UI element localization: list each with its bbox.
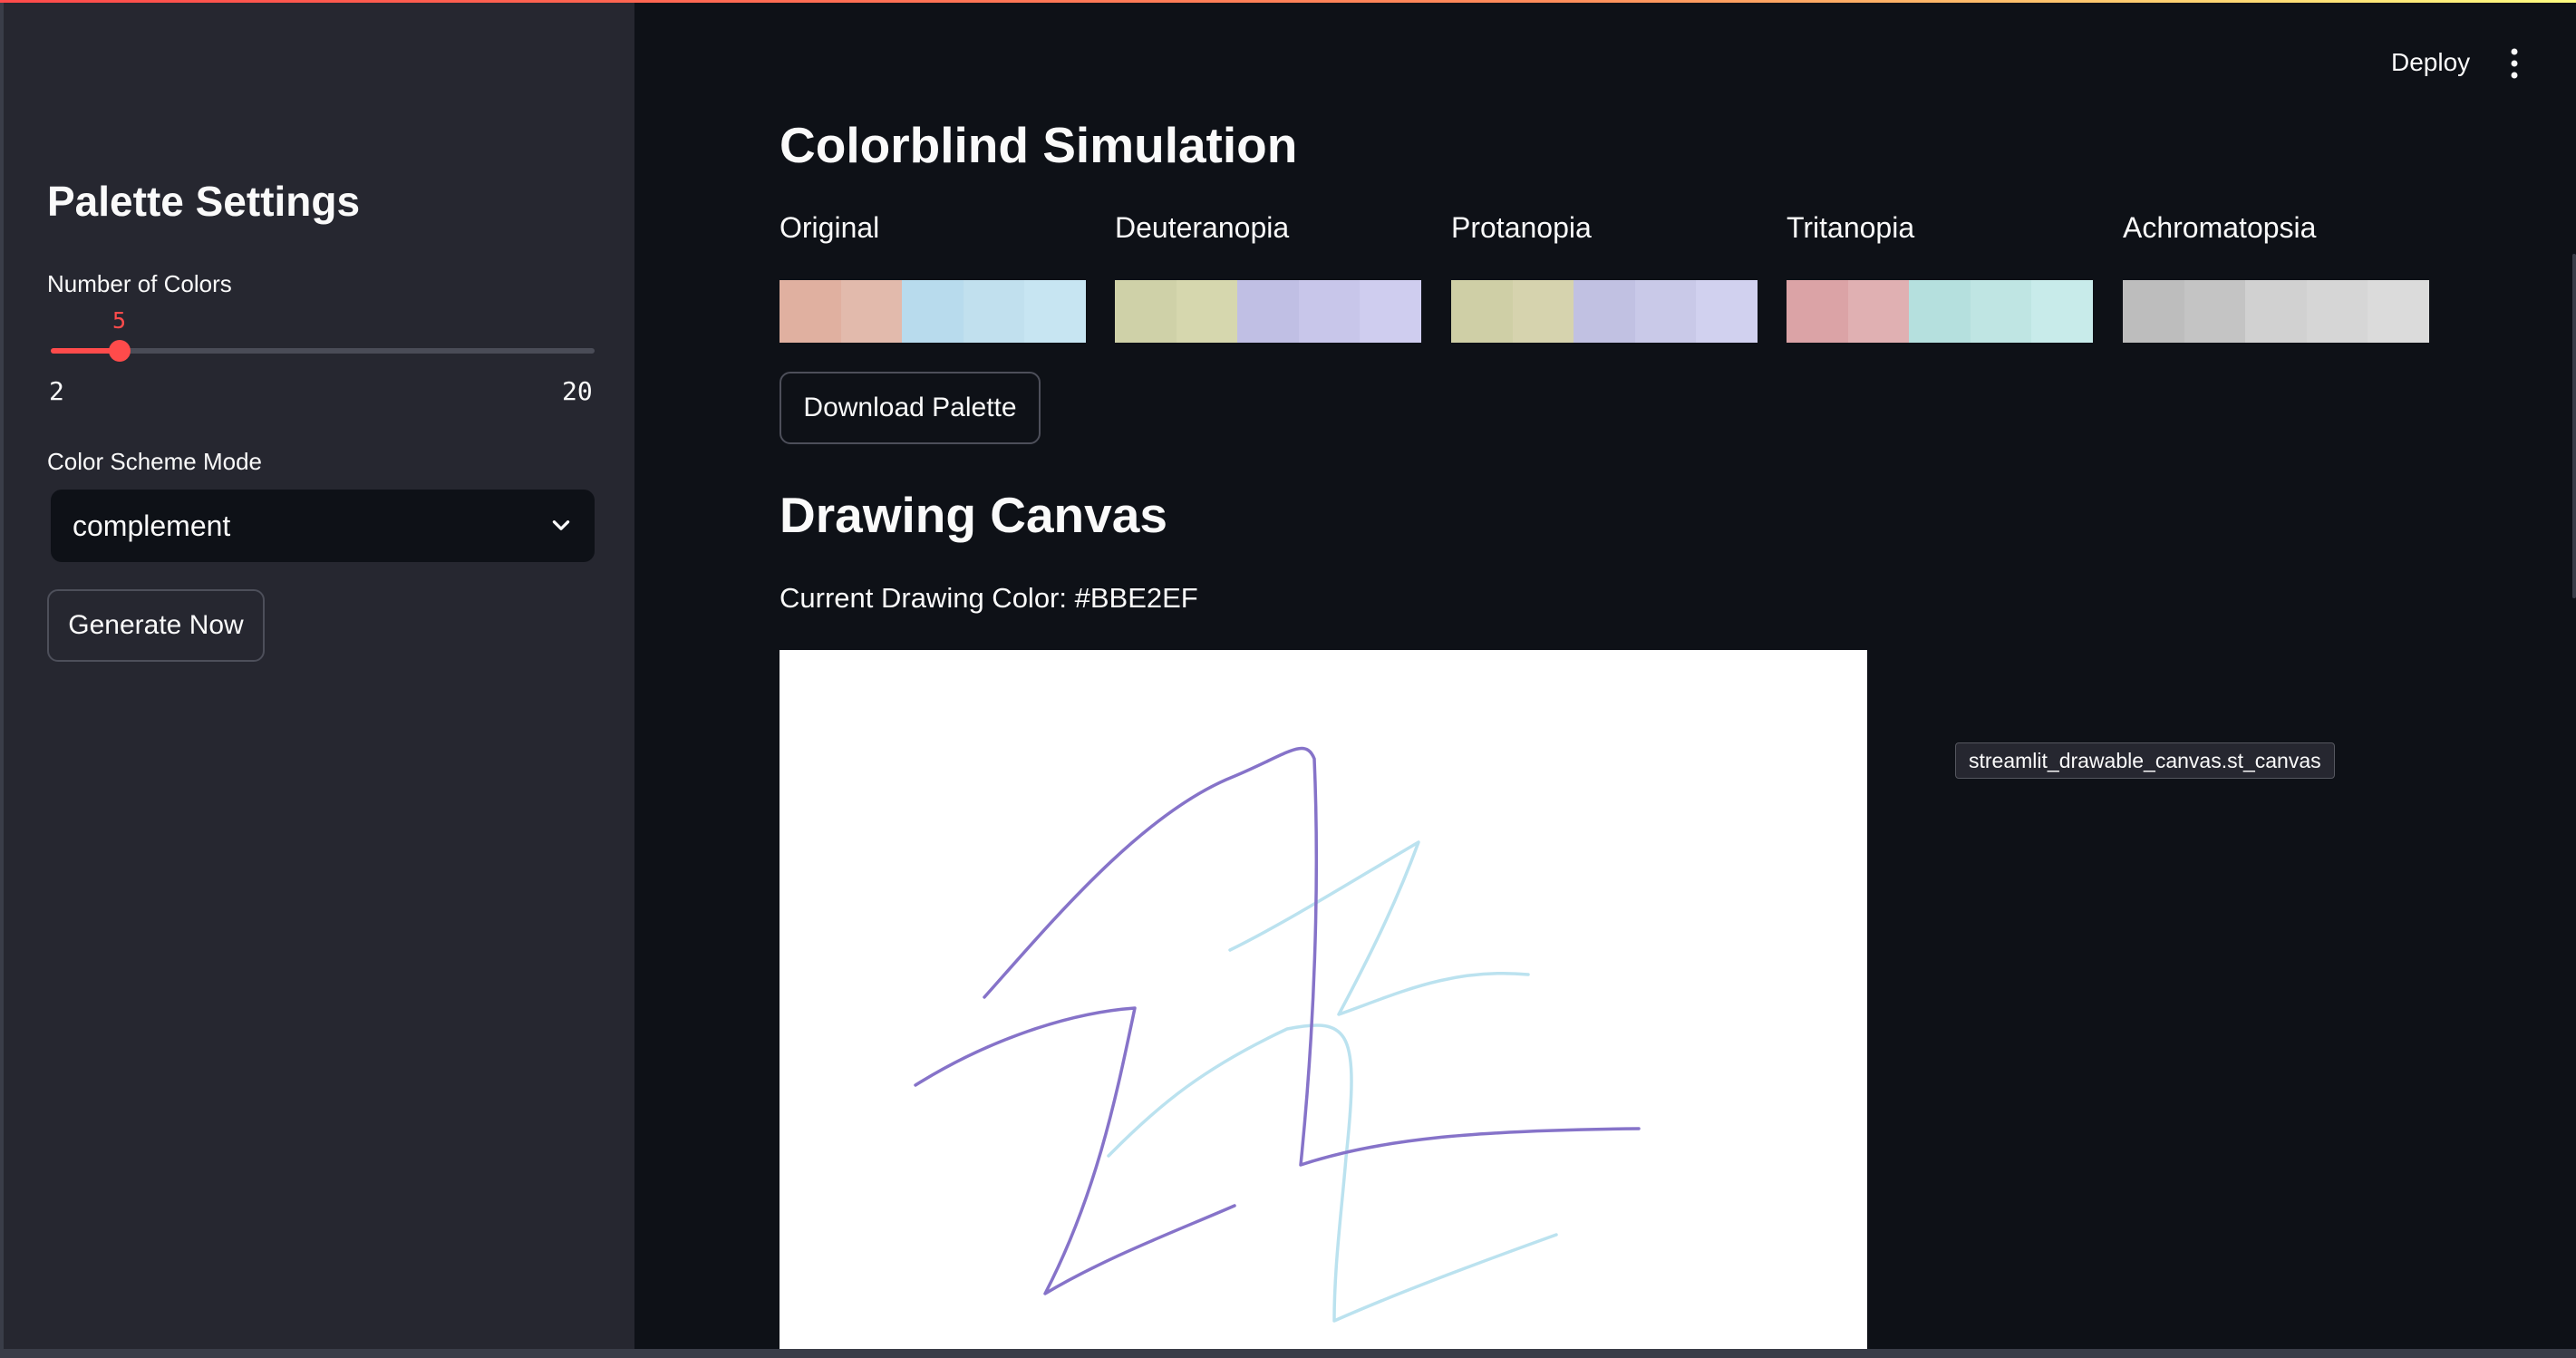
col-label-tritanopia: Tritanopia <box>1787 211 1915 244</box>
color-swatch-5 <box>1360 280 1421 343</box>
download-palette-button[interactable]: Download Palette <box>780 372 1041 444</box>
col-label-original: Original <box>780 211 880 244</box>
slider-max-label: 20 <box>562 376 593 406</box>
canvas-component-tooltip: streamlit_drawable_canvas.st_canvas <box>1955 742 2335 779</box>
swatch-row-protanopia <box>1451 280 1758 343</box>
color-swatch-1 <box>1115 280 1177 343</box>
color-swatch-2 <box>1512 280 1574 343</box>
color-swatch-4 <box>1634 280 1697 343</box>
color-swatch-4 <box>1970 280 2032 343</box>
scheme-mode-select[interactable]: complement <box>51 490 595 562</box>
color-swatch-4 <box>1298 280 1361 343</box>
scheme-mode-label: Color Scheme Mode <box>47 448 262 475</box>
kebab-menu-icon[interactable] <box>2505 47 2523 80</box>
canvas-drawing <box>914 746 1641 1323</box>
color-swatch-5 <box>1024 280 1086 343</box>
stroke-purple-1 <box>983 746 1641 1167</box>
col-label-achromatopsia: Achromatopsia <box>2123 211 2317 244</box>
drawing-canvas[interactable] <box>780 650 1867 1349</box>
sidebar-title: Palette Settings <box>47 178 361 225</box>
window-frame-bottom <box>0 1349 2576 1358</box>
color-swatch-3 <box>902 280 964 343</box>
num-colors-slider-thumb[interactable] <box>108 340 131 362</box>
color-swatch-5 <box>2031 280 2093 343</box>
color-swatch-2 <box>1176 280 1238 343</box>
color-swatch-1 <box>780 280 841 343</box>
col-label-deuteranopia: Deuteranopia <box>1115 211 1290 244</box>
color-swatch-3 <box>1574 280 1635 343</box>
deploy-button[interactable]: Deploy <box>2391 48 2470 77</box>
slider-min-label: 2 <box>49 376 64 406</box>
swatch-row-original <box>780 280 1086 343</box>
current-drawing-color: Current Drawing Color: #BBE2EF <box>780 582 1198 614</box>
scrollbar[interactable] <box>2572 254 2576 598</box>
color-swatch-2 <box>2184 280 2246 343</box>
num-colors-label: Number of Colors <box>47 270 232 297</box>
color-swatch-1 <box>2123 280 2184 343</box>
stroke-blue-1 <box>1228 840 1530 1016</box>
col-label-protanopia: Protanopia <box>1451 211 1592 244</box>
color-swatch-2 <box>1847 280 1910 343</box>
chevron-down-icon <box>552 520 570 530</box>
color-swatch-2 <box>840 280 903 343</box>
swatch-row-deuteranopia <box>1115 280 1421 343</box>
stroke-blue-2 <box>1107 1023 1558 1323</box>
color-swatch-3 <box>1909 280 1971 343</box>
color-swatch-3 <box>1237 280 1299 343</box>
colorblind-title: Colorblind Simulation <box>780 117 1298 173</box>
color-swatch-4 <box>963 280 1025 343</box>
drawing-canvas-title: Drawing Canvas <box>780 487 1167 543</box>
num-colors-slider-track[interactable] <box>51 348 595 354</box>
color-swatch-4 <box>2306 280 2368 343</box>
color-swatch-1 <box>1787 280 1848 343</box>
swatch-row-achromatopsia <box>2123 280 2429 343</box>
sidebar: Palette Settings Number of Colors 5 2 20… <box>0 3 634 1349</box>
color-swatch-3 <box>2245 280 2307 343</box>
color-swatch-1 <box>1451 280 1513 343</box>
generate-now-button[interactable]: Generate Now <box>47 589 265 662</box>
scheme-mode-value: complement <box>73 509 231 542</box>
color-swatch-5 <box>2368 280 2429 343</box>
swatch-row-tritanopia <box>1787 280 2093 343</box>
color-swatch-5 <box>1696 280 1758 343</box>
slider-current-value: 5 <box>111 307 127 334</box>
stroke-purple-2 <box>914 1006 1236 1295</box>
